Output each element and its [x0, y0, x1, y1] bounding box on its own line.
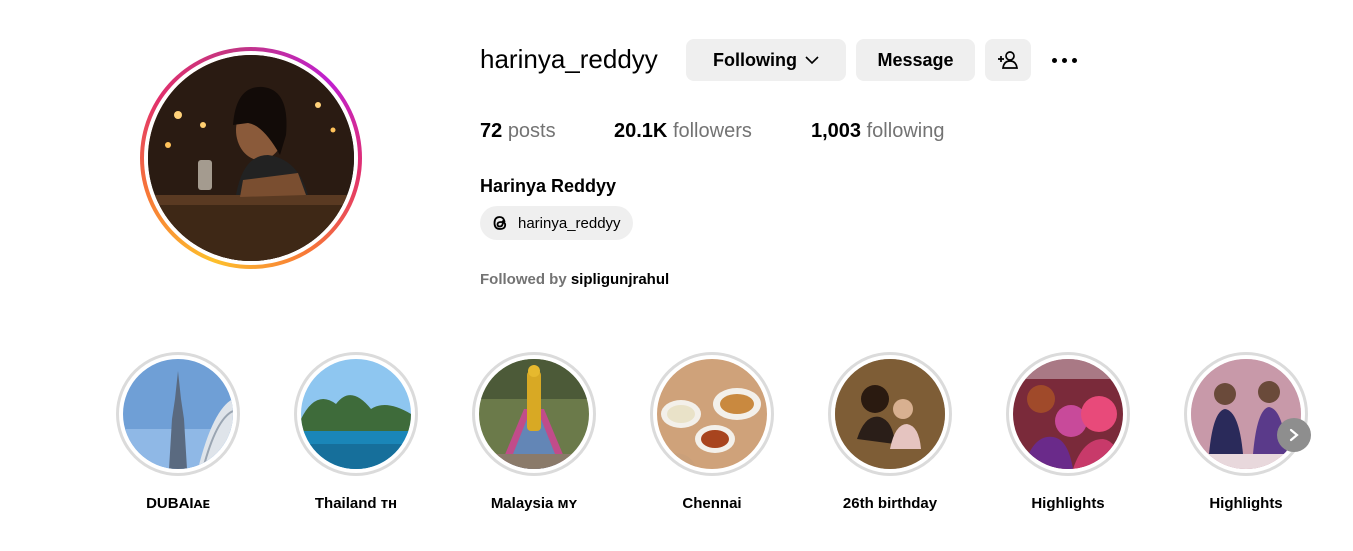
- highlight-cover-image: [657, 359, 767, 469]
- more-dot-icon: [1051, 57, 1057, 63]
- story-highlight[interactable]: Malaysia ᴍʏ: [472, 352, 596, 512]
- followed-by-prefix: Followed by: [480, 271, 571, 288]
- highlight-cover-birthday: [835, 359, 945, 469]
- chevron-down-icon: [805, 56, 819, 65]
- avatar-border: [144, 51, 358, 265]
- following-count: 1,003: [811, 120, 862, 142]
- followers-stat[interactable]: 20.1K followers: [614, 120, 752, 143]
- highlight-label: 26th birthday: [842, 495, 938, 512]
- followed-by-user[interactable]: sipligunjrahul: [571, 271, 669, 288]
- highlight-ring: [1184, 352, 1308, 476]
- add-person-icon: [998, 51, 1018, 69]
- avatar-photo: [148, 55, 354, 261]
- story-highlight[interactable]: Thailand ᴛʜ: [294, 352, 418, 512]
- message-button-label: Message: [877, 49, 954, 70]
- followers-count: 20.1K: [614, 120, 668, 142]
- posts-label: posts: [507, 120, 556, 142]
- highlight-ring: [828, 352, 952, 476]
- highlight-cover-image: [835, 359, 945, 469]
- highlight-label: Malaysia ᴍʏ: [490, 495, 578, 512]
- highlight-cover-kids: [1191, 359, 1301, 469]
- suggested-users-button[interactable]: [985, 39, 1031, 81]
- threads-link[interactable]: harinya_reddyy: [480, 206, 633, 240]
- threads-handle: harinya_reddyy: [518, 214, 621, 232]
- message-button[interactable]: Message: [856, 39, 975, 81]
- highlight-label: DUBAIᴀᴇ: [146, 495, 210, 512]
- highlight-ring: [650, 352, 774, 476]
- highlight-ring: [116, 352, 240, 476]
- profile-avatar[interactable]: [140, 47, 362, 269]
- more-dot-icon: [1061, 57, 1067, 63]
- highlight-cover-image: [1013, 359, 1123, 469]
- highlight-cover-image: [479, 359, 589, 469]
- highlight-label: Highlights: [1031, 495, 1105, 512]
- highlight-cover-malaysia: [479, 359, 589, 469]
- posts-count: 72: [480, 120, 503, 142]
- highlight-cover-thailand: [301, 359, 411, 469]
- more-dot-icon: [1071, 57, 1077, 63]
- followed-by-text[interactable]: Followed by sipligunjrahul: [480, 271, 669, 288]
- following-stat[interactable]: 1,003 following: [811, 120, 944, 143]
- story-highlight[interactable]: 26th birthday: [828, 352, 952, 512]
- story-highlight[interactable]: Chennai: [650, 352, 774, 512]
- threads-icon: [493, 216, 507, 230]
- highlight-ring: [294, 352, 418, 476]
- followers-label: followers: [672, 120, 752, 142]
- profile-full-name: Harinya Reddyy: [480, 176, 617, 196]
- more-options-button[interactable]: [1047, 48, 1081, 72]
- avatar-image: [148, 55, 354, 261]
- highlight-cover-dubai: [123, 359, 233, 469]
- chevron-right-icon: [1289, 428, 1299, 442]
- posts-stat: 72 posts: [480, 120, 556, 143]
- following-label: following: [866, 120, 945, 142]
- story-highlight[interactable]: Highlights: [1006, 352, 1130, 512]
- highlight-cover-holi: [1013, 359, 1123, 469]
- highlight-label: Thailand ᴛʜ: [314, 495, 398, 512]
- highlight-cover-image: [301, 359, 411, 469]
- highlight-ring: [1006, 352, 1130, 476]
- highlight-label: Highlights: [1209, 495, 1283, 512]
- profile-username: harinya_reddyy: [480, 44, 658, 74]
- highlights-next-button[interactable]: [1277, 418, 1311, 452]
- following-button[interactable]: Following: [686, 39, 846, 81]
- highlight-ring: [472, 352, 596, 476]
- story-highlight[interactable]: DUBAIᴀᴇ: [116, 352, 240, 512]
- highlight-cover-image: [1191, 359, 1301, 469]
- highlight-label: Chennai: [682, 495, 742, 512]
- highlight-cover-chennai: [657, 359, 767, 469]
- highlight-cover-image: [123, 359, 233, 469]
- following-button-label: Following: [713, 49, 797, 70]
